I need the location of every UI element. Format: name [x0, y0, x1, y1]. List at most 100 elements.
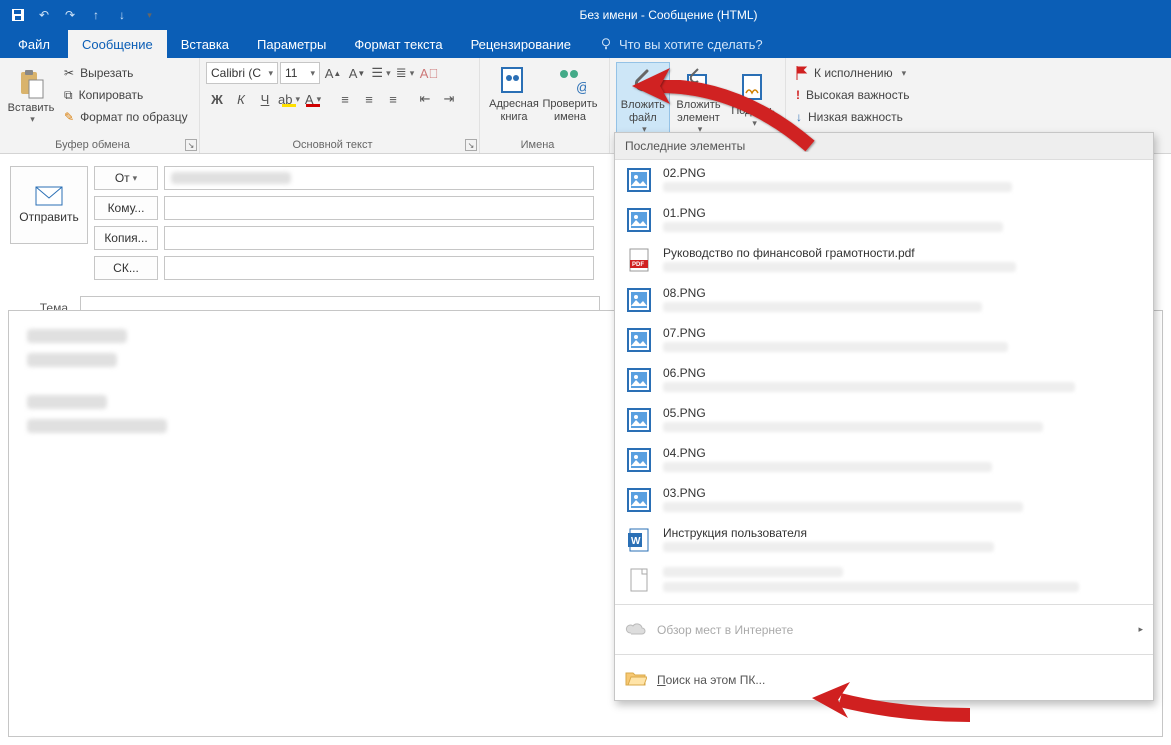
font-size-combo[interactable]: 11▾: [280, 62, 320, 84]
high-importance-button[interactable]: ! Высокая важность: [792, 84, 929, 106]
increase-font-button[interactable]: A▲: [322, 62, 344, 84]
to-field[interactable]: [164, 196, 594, 220]
align-right-button[interactable]: ≡: [382, 88, 404, 110]
decrease-font-button[interactable]: A▼: [346, 62, 368, 84]
follow-up-label: К исполнению: [814, 66, 893, 80]
recent-item[interactable]: WИнструкция пользователя: [615, 520, 1153, 560]
cc-field[interactable]: [164, 226, 594, 250]
undo-button[interactable]: ↶: [32, 3, 56, 27]
tab-file[interactable]: Файл: [0, 30, 68, 58]
tab-insert[interactable]: Вставка: [167, 30, 243, 58]
customize-qat-button[interactable]: ▾: [136, 3, 160, 27]
next-item-button[interactable]: ↓: [110, 3, 134, 27]
format-painter-button[interactable]: ✎ Формат по образцу: [60, 106, 192, 128]
attach-item-button[interactable]: Вложить элемент▾: [670, 63, 728, 135]
clear-formatting-button[interactable]: A⃠: [418, 62, 440, 84]
align-left-button[interactable]: ≡: [334, 88, 356, 110]
italic-button[interactable]: К: [230, 88, 252, 110]
file-path: [663, 502, 1023, 512]
group-basic-text-label: Основной текст: [200, 139, 465, 151]
recent-item[interactable]: 06.PNG: [615, 360, 1153, 400]
file-path: [663, 262, 1016, 272]
to-button[interactable]: Кому...: [94, 196, 158, 220]
recent-item[interactable]: 05.PNG: [615, 400, 1153, 440]
file-type-icon: [625, 566, 653, 594]
group-names-label: Имена: [480, 139, 595, 151]
attach-file-button[interactable]: Вложить файл▾: [616, 62, 670, 136]
bullets-button[interactable]: ☰▾: [370, 62, 392, 84]
file-name: 07.PNG: [663, 326, 1143, 340]
previous-item-button[interactable]: ↑: [84, 3, 108, 27]
group-clipboard-label: Буфер обмена: [0, 139, 185, 151]
title-bar: ↶ ↷ ↑ ↓ ▾ Без имени - Сообщение (HTML): [0, 0, 1171, 30]
check-names-button[interactable]: @ Проверить имена: [542, 62, 598, 123]
follow-up-button[interactable]: К исполнению▾: [792, 62, 929, 84]
file-path: [663, 462, 992, 472]
file-name: 03.PNG: [663, 486, 1143, 500]
underline-button[interactable]: Ч: [254, 88, 276, 110]
clipboard-dialog-launcher[interactable]: ↘: [185, 139, 197, 151]
file-type-icon: W: [625, 526, 653, 554]
copy-button[interactable]: ⧉ Копировать: [60, 84, 192, 106]
from-field[interactable]: [164, 166, 594, 190]
increase-indent-button[interactable]: ⇥: [438, 88, 460, 110]
recent-item[interactable]: 03.PNG: [615, 480, 1153, 520]
file-path: [663, 222, 1003, 232]
bcc-button[interactable]: СК...: [94, 256, 158, 280]
folder-open-icon: [625, 669, 647, 690]
tab-review[interactable]: Рецензирование: [457, 30, 585, 58]
from-button[interactable]: От▾: [94, 166, 158, 190]
signature-button[interactable]: Подпись ▾: [727, 69, 779, 128]
copy-label: Копировать: [79, 88, 144, 102]
brush-icon: ✎: [64, 110, 74, 124]
recent-item[interactable]: PDFРуководство по финансовой грамотности…: [615, 240, 1153, 280]
tab-format-text[interactable]: Формат текста: [340, 30, 456, 58]
file-path: [663, 342, 1008, 352]
save-button[interactable]: [6, 3, 30, 27]
paste-label: Вставить: [8, 102, 55, 115]
cut-label: Вырезать: [80, 66, 133, 80]
attach-item-label: Вложить элемент: [670, 99, 728, 124]
group-basic-text: Calibri (С▾ 11▾ A▲ A▼ ☰▾ ≣▾ A⃠ Ж К Ч ab▾…: [200, 58, 480, 153]
svg-text:@: @: [576, 79, 586, 95]
file-name: 06.PNG: [663, 366, 1143, 380]
paste-button[interactable]: Вставить ▾: [6, 66, 56, 125]
recent-item[interactable]: 04.PNG: [615, 440, 1153, 480]
tab-message[interactable]: Сообщение: [68, 30, 167, 58]
file-type-icon: [625, 206, 653, 234]
address-book-button[interactable]: Адресная книга: [486, 62, 542, 123]
file-name: 02.PNG: [663, 166, 1143, 180]
decrease-indent-button[interactable]: ⇤: [414, 88, 436, 110]
attach-file-dropdown: Последние элементы 02.PNG01.PNGPDFРуково…: [614, 132, 1154, 701]
basic-text-dialog-launcher[interactable]: ↘: [465, 139, 477, 151]
numbering-button[interactable]: ≣▾: [394, 62, 416, 84]
align-center-button[interactable]: ≡: [358, 88, 380, 110]
browse-web-locations[interactable]: Обзор мест в Интернете ▸: [615, 609, 1153, 650]
redo-button[interactable]: ↷: [58, 3, 82, 27]
recent-item[interactable]: 01.PNG: [615, 200, 1153, 240]
send-label: Отправить: [19, 210, 79, 224]
recent-item[interactable]: 02.PNG: [615, 160, 1153, 200]
svg-text:W: W: [631, 536, 641, 547]
send-button[interactable]: Отправить: [10, 166, 88, 244]
signature-label: Подпись: [731, 105, 775, 118]
recent-item[interactable]: 08.PNG: [615, 280, 1153, 320]
low-importance-button[interactable]: ↓ Низкая важность: [792, 106, 929, 128]
bcc-field[interactable]: [164, 256, 594, 280]
font-color-button[interactable]: A▾: [302, 88, 324, 110]
font-family-combo[interactable]: Calibri (С▾: [206, 62, 278, 84]
tell-me[interactable]: Что вы хотите сделать?: [585, 30, 777, 58]
cc-button[interactable]: Копия...: [94, 226, 158, 250]
tab-options[interactable]: Параметры: [243, 30, 340, 58]
cut-button[interactable]: ✂ Вырезать: [60, 62, 192, 84]
window-title: Без имени - Сообщение (HTML): [166, 8, 1171, 22]
file-name: [663, 566, 1143, 580]
bold-button[interactable]: Ж: [206, 88, 228, 110]
file-name: Руководство по финансовой грамотности.pd…: [663, 246, 1143, 260]
browse-this-pc[interactable]: Поиск на этом ПК...: [615, 659, 1153, 700]
recent-item[interactable]: 07.PNG: [615, 320, 1153, 360]
file-path: [663, 382, 1075, 392]
highlight-button[interactable]: ab▾: [278, 88, 300, 110]
ribbon-tabs: Файл Сообщение Вставка Параметры Формат …: [0, 30, 1171, 58]
recent-item[interactable]: [615, 560, 1153, 600]
